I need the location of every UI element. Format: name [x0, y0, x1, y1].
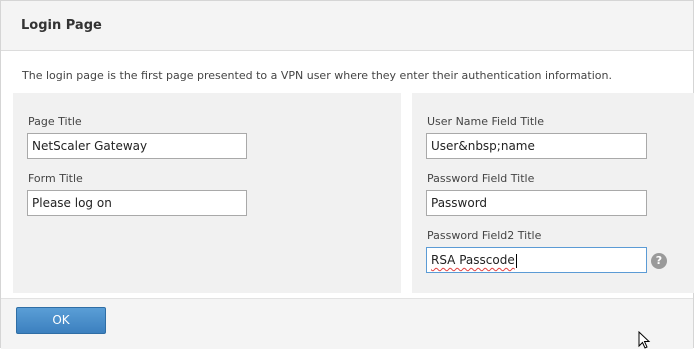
dialog-title: Login Page: [21, 18, 102, 33]
username-field-title-input[interactable]: User&nbsp;name: [426, 133, 647, 159]
ok-button[interactable]: OK: [16, 307, 106, 334]
dialog-description: The login page is the first page present…: [22, 69, 612, 82]
password-field2-title-label: Password Field2 Title: [427, 229, 542, 242]
password-field2-title-input[interactable]: RSA Passcode: [426, 247, 647, 273]
page-title-label: Page Title: [28, 115, 82, 128]
form-title-input[interactable]: Please log on: [27, 190, 247, 216]
question-circle-icon[interactable]: ?: [651, 253, 667, 269]
mouse-pointer-icon: [638, 331, 651, 349]
dialog-header: Login Page: [1, 1, 693, 51]
page-title-input[interactable]: NetScaler Gateway: [27, 133, 247, 159]
password-field-title-label: Password Field Title: [427, 172, 535, 185]
form-title-label: Form Title: [28, 172, 83, 185]
password-field-title-input[interactable]: Password: [426, 190, 647, 216]
username-field-title-label: User Name Field Title: [427, 115, 544, 128]
login-page-dialog: Login Page The login page is the first p…: [0, 0, 694, 349]
password-field2-title-value: RSA Passcode: [431, 253, 515, 267]
text-caret: [515, 253, 517, 268]
